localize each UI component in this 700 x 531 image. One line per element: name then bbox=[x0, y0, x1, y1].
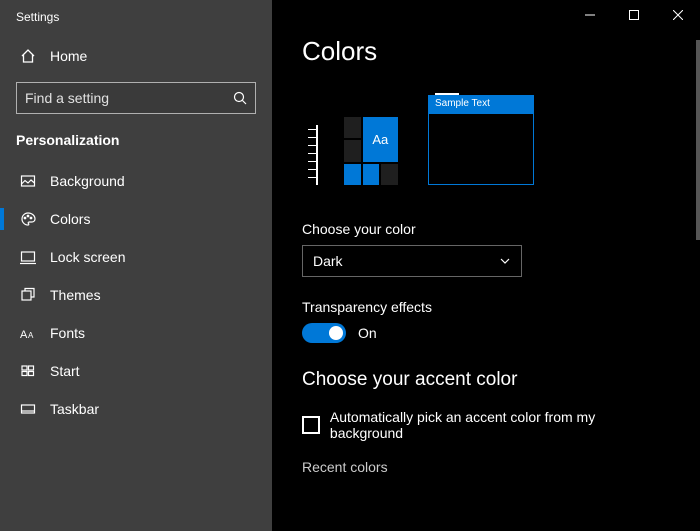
recent-colors-heading: Recent colors bbox=[302, 459, 670, 475]
chevron-down-icon bbox=[499, 255, 511, 267]
sidebar-item-themes[interactable]: Themes bbox=[0, 276, 272, 314]
accent-heading: Choose your accent color bbox=[302, 369, 670, 391]
color-mode-value: Dark bbox=[313, 253, 343, 269]
window-title: Settings bbox=[0, 6, 272, 38]
home-icon bbox=[20, 48, 36, 64]
preview-tiles: Aa bbox=[344, 117, 398, 185]
lock-screen-icon bbox=[20, 249, 36, 265]
palette-icon bbox=[20, 211, 36, 227]
section-heading: Personalization bbox=[0, 128, 272, 162]
sidebar-item-taskbar[interactable]: Taskbar bbox=[0, 390, 272, 428]
sidebar-item-fonts[interactable]: AA Fonts bbox=[0, 314, 272, 352]
picture-icon bbox=[20, 173, 36, 189]
auto-accent-checkbox[interactable] bbox=[302, 416, 320, 434]
transparency-toggle-row: On bbox=[302, 323, 670, 343]
title-bar bbox=[272, 0, 700, 30]
sidebar: Settings Home Personalization Background… bbox=[0, 0, 272, 531]
sidebar-item-label: Lock screen bbox=[50, 249, 125, 265]
search-input[interactable] bbox=[25, 90, 233, 106]
content-area: Colors Aa Sample Text Choose your color … bbox=[272, 30, 700, 531]
sidebar-item-background[interactable]: Background bbox=[0, 162, 272, 200]
sidebar-item-label: Start bbox=[50, 363, 80, 379]
themes-icon bbox=[20, 287, 36, 303]
preview-aa: Aa bbox=[363, 117, 398, 162]
auto-accent-row[interactable]: Automatically pick an accent color from … bbox=[302, 409, 670, 441]
taskbar-icon bbox=[20, 401, 36, 417]
main-panel: Colors Aa Sample Text Choose your color … bbox=[272, 0, 700, 531]
sidebar-item-label: Background bbox=[50, 173, 125, 189]
sidebar-item-lock-screen[interactable]: Lock screen bbox=[0, 238, 272, 276]
sidebar-item-start[interactable]: Start bbox=[0, 352, 272, 390]
preview-window-title: Sample Text bbox=[429, 96, 533, 114]
svg-text:A: A bbox=[20, 329, 28, 340]
start-icon bbox=[20, 363, 36, 379]
fonts-icon: AA bbox=[20, 325, 36, 341]
sidebar-item-label: Taskbar bbox=[50, 401, 99, 417]
color-preview: Aa Sample Text bbox=[302, 95, 670, 185]
auto-accent-label: Automatically pick an accent color from … bbox=[330, 409, 670, 441]
color-mode-select[interactable]: Dark bbox=[302, 245, 522, 277]
sidebar-item-colors[interactable]: Colors bbox=[0, 200, 272, 238]
search-box[interactable] bbox=[16, 82, 256, 114]
sidebar-item-label: Themes bbox=[50, 287, 101, 303]
sidebar-item-label: Colors bbox=[50, 211, 90, 227]
home-label: Home bbox=[50, 48, 87, 64]
sidebar-item-label: Fonts bbox=[50, 325, 85, 341]
color-mode-label: Choose your color bbox=[302, 221, 670, 237]
svg-text:A: A bbox=[28, 331, 34, 340]
search-icon bbox=[233, 91, 247, 105]
transparency-toggle[interactable] bbox=[302, 323, 346, 343]
page-title: Colors bbox=[302, 36, 670, 67]
preview-ruler bbox=[302, 125, 332, 185]
minimize-button[interactable] bbox=[568, 1, 612, 29]
home-button[interactable]: Home bbox=[0, 38, 272, 74]
transparency-state: On bbox=[358, 325, 377, 341]
preview-window: Sample Text bbox=[428, 95, 534, 185]
maximize-button[interactable] bbox=[612, 1, 656, 29]
close-button[interactable] bbox=[656, 1, 700, 29]
transparency-label: Transparency effects bbox=[302, 299, 670, 315]
